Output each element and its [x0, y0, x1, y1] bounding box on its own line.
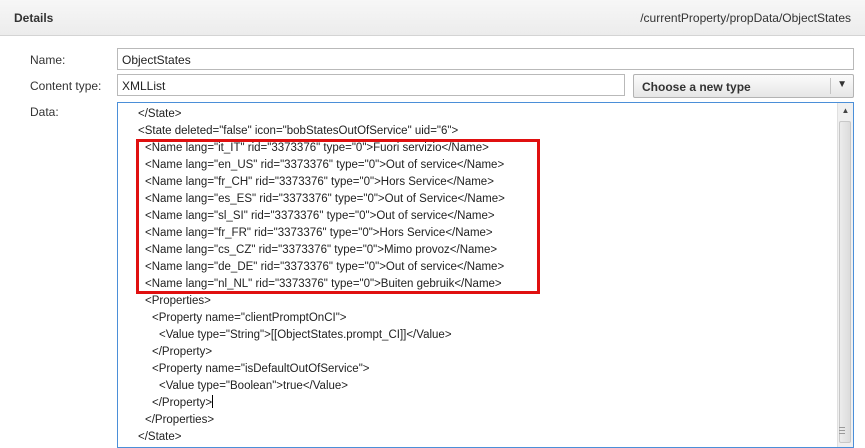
- code-line: <Name lang="de_DE" rid="3373376" type="0…: [145, 259, 504, 276]
- code-line-text: </Property>: [152, 346, 213, 358]
- content-type-label: Content type:: [30, 79, 102, 93]
- code-line-text: <Name lang="cs_CZ" rid="3373376" type="0…: [145, 244, 498, 256]
- code-line-text: <Value type="Boolean">true</Value>: [159, 380, 349, 392]
- data-label: Data:: [30, 105, 59, 119]
- choose-type-dropdown[interactable]: Choose a new type ▼: [633, 74, 854, 98]
- code-line-text: <Name lang="fr_CH" rid="3373376" type="0…: [145, 176, 494, 188]
- scroll-up-icon[interactable]: ▲: [838, 103, 853, 119]
- code-line: <Name lang="nl_NL" rid="3373376" type="0…: [145, 276, 502, 293]
- code-line-text: <Name lang="en_US" rid="3373376" type="0…: [145, 159, 505, 171]
- code-line-text: <State deleted="false" icon="bobStatesOu…: [138, 125, 459, 137]
- code-line: </Property>: [152, 395, 214, 412]
- code-line-text: <Name lang="fr_FR" rid="3373376" type="0…: [145, 227, 493, 239]
- code-line: </State>: [138, 106, 181, 123]
- code-line-text: <Name lang="it_IT" rid="3373376" type="0…: [145, 142, 489, 154]
- data-code-lines: </State> <State deleted="false" icon="bob…: [118, 103, 837, 447]
- text-caret: [212, 395, 214, 408]
- content-type-value: XMLList: [122, 79, 166, 93]
- code-line-text: <Property name="isDefaultOutOfService">: [152, 363, 370, 375]
- choose-type-label: Choose a new type: [642, 80, 751, 94]
- code-line-text: <Property name="clientPromptOnCI">: [152, 312, 347, 324]
- code-line: <Name lang="fr_FR" rid="3373376" type="0…: [145, 225, 493, 242]
- code-line-text: <Name lang="sl_SI" rid="3373376" type="0…: [145, 210, 495, 222]
- content-type-field[interactable]: XMLList: [117, 74, 625, 96]
- chevron-down-icon[interactable]: ▼: [837, 79, 847, 90]
- name-label: Name:: [30, 53, 66, 67]
- name-field[interactable]: ObjectStates: [117, 48, 854, 70]
- code-line: <Name lang="en_US" rid="3373376" type="0…: [145, 157, 504, 174]
- code-line-text: </Property>: [152, 397, 213, 409]
- vertical-scrollbar[interactable]: ▲: [837, 103, 853, 447]
- code-line: </State>: [138, 429, 181, 446]
- code-line-text: </State>: [138, 431, 182, 443]
- code-line: <Name lang="es_ES" rid="3373376" type="0…: [145, 191, 505, 208]
- code-line: </Properties>: [145, 412, 214, 429]
- details-title: Details: [14, 11, 54, 25]
- property-path: /currentProperty/propData/ObjectStates: [640, 11, 851, 25]
- code-line: <Property name="clientPromptOnCI">: [152, 310, 347, 327]
- code-line-text: </Properties>: [145, 414, 215, 426]
- code-line-text: <Name lang="nl_NL" rid="3373376" type="0…: [145, 278, 502, 290]
- code-line: <Name lang="cs_CZ" rid="3373376" type="0…: [145, 242, 497, 259]
- grip-line: [839, 433, 845, 434]
- dropdown-separator: [830, 78, 831, 94]
- name-value: ObjectStates: [122, 53, 191, 67]
- code-line: </Property>: [152, 344, 212, 361]
- code-line-text: <Value type="String">[[ObjectStates.prom…: [159, 329, 452, 341]
- code-line-text: <Properties>: [145, 295, 211, 307]
- grip-line: [839, 427, 845, 428]
- scrollbar-thumb[interactable]: [839, 121, 851, 443]
- grip-line: [839, 430, 845, 431]
- data-editor[interactable]: </State> <State deleted="false" icon="bob…: [117, 102, 854, 448]
- code-line: <Name lang="fr_CH" rid="3373376" type="0…: [145, 174, 494, 191]
- code-line: <Property name="isDefaultOutOfService">: [152, 361, 370, 378]
- code-line: <Value type="String">[[ObjectStates.prom…: [159, 327, 452, 344]
- details-header: Details /currentProperty/propData/Object…: [0, 0, 865, 36]
- code-line: <State deleted="false" icon="bobStatesOu…: [138, 123, 458, 140]
- code-line: <Name lang="it_IT" rid="3373376" type="0…: [145, 140, 489, 157]
- code-line-text: <Name lang="de_DE" rid="3373376" type="0…: [145, 261, 505, 273]
- code-line-text: <Name lang="es_ES" rid="3373376" type="0…: [145, 193, 505, 205]
- code-line: <Value type="Boolean">true</Value>: [159, 378, 348, 395]
- code-line: <Name lang="sl_SI" rid="3373376" type="0…: [145, 208, 495, 225]
- code-line: <Properties>: [145, 293, 211, 310]
- code-line-text: </State>: [138, 108, 182, 120]
